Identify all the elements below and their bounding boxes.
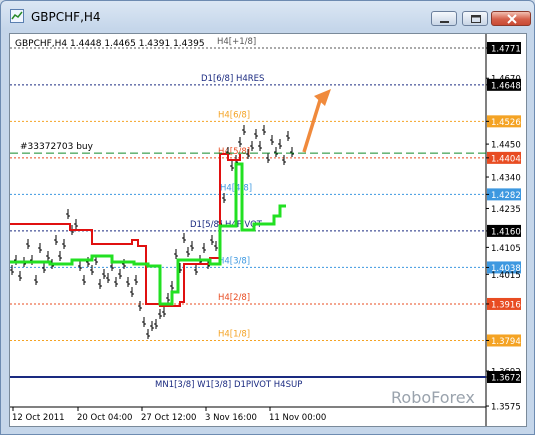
murrey-level-label: H4[+1/8] (217, 37, 256, 47)
price-label: 1.3916 (491, 300, 521, 310)
forecast-arrow-icon (302, 89, 331, 153)
time-label: 12 Oct 2011 (12, 413, 65, 423)
price-label: 1.3575 (491, 403, 521, 413)
symbol-header: GBPCHF,H4 1.4448 1.4465 1.4391 1.4395 (15, 39, 205, 49)
chart-canvas[interactable]: 1.47711.46701.46481.45261.44501.44041.43… (10, 34, 526, 426)
price-chart[interactable]: 1.47711.46701.46481.45261.44501.44041.43… (9, 33, 527, 427)
maximize-button[interactable] (462, 11, 488, 26)
price-label: 1.4404 (491, 154, 521, 164)
price-label: 1.4340 (491, 174, 521, 184)
price-label: 1.3672 (491, 374, 521, 384)
murrey-level-label: H4[3/8] (218, 256, 250, 266)
price-label: 1.4526 (491, 118, 521, 128)
murrey-level-label: H4[5/8] (218, 147, 250, 157)
murrey-level-label: D1[6/8] H4RES (201, 74, 264, 84)
title-bar[interactable]: GBPCHF,H4 (1, 1, 534, 31)
price-label: 1.4771 (491, 45, 521, 55)
price-label: 1.4235 (491, 205, 521, 215)
price-label: 1.4648 (491, 81, 521, 91)
murrey-level-label: H4[6/8] (218, 110, 250, 120)
watermark-logo: RoboForex (391, 388, 475, 407)
maximize-icon (471, 15, 481, 23)
murrey-level-label: H4[1/8] (218, 329, 250, 339)
price-label: 1.4105 (491, 244, 521, 254)
price-label: 1.4282 (491, 191, 521, 201)
murrey-level-label: MN1[3/8] W1[3/8] D1PIVOT H4SUP (155, 380, 302, 390)
price-label: 1.4450 (491, 141, 521, 151)
time-label: 20 Oct 04:00 (77, 413, 132, 423)
price-label: 1.3794 (491, 337, 521, 347)
price-label: 1.4160 (491, 227, 521, 237)
close-button[interactable] (491, 11, 531, 26)
chart-app-icon (10, 9, 24, 23)
window-title: GBPCHF,H4 (31, 10, 101, 24)
time-label: 27 Oct 12:00 (141, 413, 196, 423)
close-icon (507, 14, 517, 24)
murrey-level-label: H4[2/8] (218, 293, 250, 303)
price-label: 1.4015 (491, 271, 521, 281)
chart-window: GBPCHF,H4 1.47711.46701.46481.45261.4450… (0, 0, 535, 435)
minimize-button[interactable] (431, 11, 457, 26)
order-label: #33372703 buy (20, 142, 94, 152)
minimize-icon (440, 21, 449, 23)
time-label: 3 Nov 16:00 (205, 413, 257, 423)
time-label: 11 Nov 00:00 (269, 413, 326, 423)
upper-channel-line (10, 153, 241, 307)
